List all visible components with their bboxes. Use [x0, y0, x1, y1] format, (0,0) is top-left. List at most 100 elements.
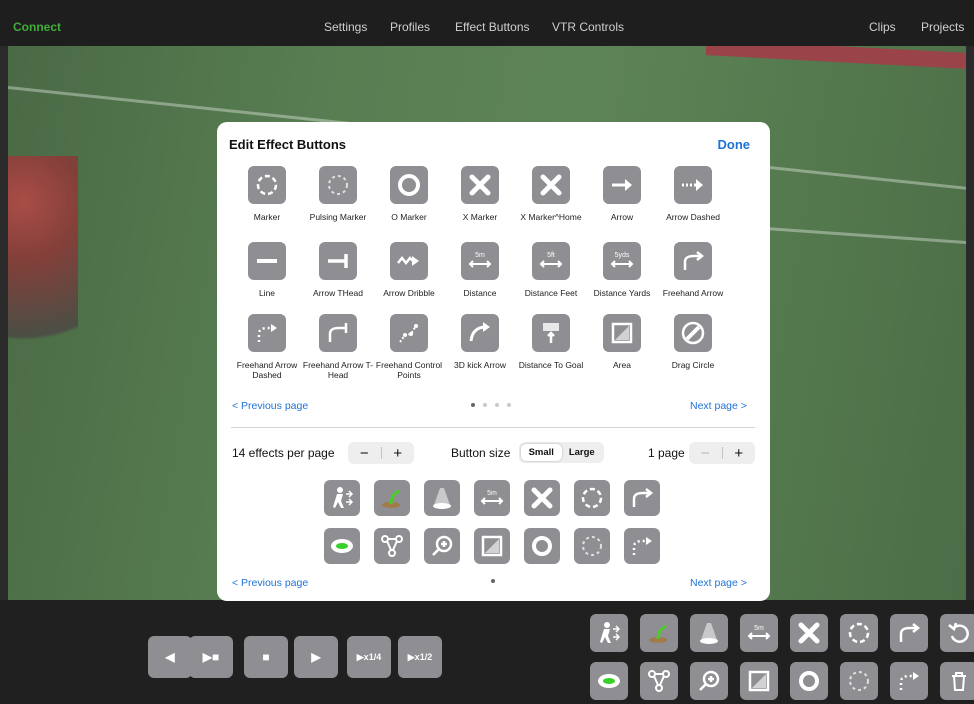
marker-icon[interactable]	[840, 614, 878, 652]
vtr-play-pause-button[interactable]: ▶■	[189, 636, 233, 678]
effect-freehand-arrow-dashed[interactable]: Freehand Arrow Dashed	[231, 314, 303, 380]
page-indicator[interactable]	[491, 579, 495, 583]
effect-x-marker-home[interactable]: X Marker^Home	[515, 166, 587, 222]
next-page-link[interactable]: Next page >	[690, 577, 747, 589]
increment-button[interactable]: +	[382, 445, 415, 462]
connect-button[interactable]: Connect	[13, 20, 61, 34]
effect-arrow-dashed[interactable]: Arrow Dashed	[657, 166, 729, 222]
effect-distance-feet[interactable]: 5ft Distance Feet	[515, 242, 587, 298]
effect-arrow-dribble[interactable]: Arrow Dribble	[373, 242, 445, 298]
freehand-arrow-icon[interactable]	[890, 614, 928, 652]
previous-page-link[interactable]: < Previous page	[232, 577, 308, 589]
drag-circle-icon	[674, 314, 712, 352]
effect-arrow-thead[interactable]: Arrow THead	[302, 242, 374, 298]
x-marker-icon[interactable]	[524, 480, 560, 516]
page-dot	[507, 403, 511, 407]
stadium-band	[706, 46, 966, 69]
effect-freehand-arrow-thead[interactable]: Freehand Arrow T-Head	[302, 314, 374, 380]
pitch-marker-icon[interactable]	[374, 480, 410, 516]
decrement-button[interactable]: −	[348, 445, 381, 462]
previous-page-link[interactable]: < Previous page	[232, 400, 308, 412]
effects-per-page-stepper[interactable]: − +	[348, 442, 414, 464]
page-dot	[491, 579, 495, 583]
effects-per-page-label: 14 effects per page	[232, 446, 335, 460]
effect-freehand-arrow[interactable]: Freehand Arrow	[657, 242, 729, 298]
trash-icon[interactable]	[940, 662, 974, 700]
effect-distance-to-goal[interactable]: Distance To Goal	[515, 314, 587, 370]
nav-clips[interactable]: Clips	[869, 20, 896, 34]
svg-text:5ft: 5ft	[547, 252, 555, 259]
area-icon[interactable]	[740, 662, 778, 700]
vtr-play-button[interactable]: ▶	[294, 636, 338, 678]
button-size-label: Button size	[451, 446, 511, 460]
done-button[interactable]: Done	[718, 137, 751, 152]
vtr-stop-button[interactable]: ■	[244, 636, 288, 678]
effect-marker[interactable]: Marker	[231, 166, 303, 222]
distance-icon[interactable]: 5m	[474, 480, 510, 516]
effect-freehand-control-points[interactable]: Freehand Control Points	[373, 314, 445, 380]
pitch-marker-icon[interactable]	[640, 614, 678, 652]
zoom-icon[interactable]	[690, 662, 728, 700]
effect-3d-kick-arrow[interactable]: 3D kick Arrow	[444, 314, 516, 370]
marker-icon[interactable]	[574, 480, 610, 516]
undo-icon[interactable]	[940, 614, 974, 652]
svg-text:5m: 5m	[475, 252, 485, 259]
increment-button[interactable]: +	[723, 445, 756, 462]
distance-icon[interactable]: 5m	[740, 614, 778, 652]
arrow-dribble-icon	[390, 242, 428, 280]
freehand-arrow-dashed-icon[interactable]	[890, 662, 928, 700]
button-size-segmented-control[interactable]: Small Large	[519, 442, 604, 463]
nav-effect-buttons[interactable]: Effect Buttons	[455, 20, 530, 34]
network-icon[interactable]	[374, 528, 410, 564]
effect-distance[interactable]: 5m Distance	[444, 242, 516, 298]
nav-projects[interactable]: Projects	[921, 20, 964, 34]
network-icon[interactable]	[640, 662, 678, 700]
next-page-link[interactable]: Next page >	[690, 400, 747, 412]
freehand-control-points-icon	[390, 314, 428, 352]
distance-to-goal-icon	[532, 314, 570, 352]
vtr-half-speed-button[interactable]: ▶x1/2	[398, 636, 442, 678]
freehand-arrow-icon[interactable]	[624, 480, 660, 516]
distance-icon: 5m	[461, 242, 499, 280]
size-small-option[interactable]: Small	[521, 444, 562, 461]
effect-o-marker[interactable]: O Marker	[373, 166, 445, 222]
vtr-step-back-button[interactable]: ◀	[148, 636, 192, 678]
nav-settings[interactable]: Settings	[324, 20, 367, 34]
x-marker-icon	[461, 166, 499, 204]
vtr-quarter-speed-button[interactable]: ▶x1/4	[347, 636, 391, 678]
player-swap-icon[interactable]	[590, 614, 628, 652]
x-marker-icon[interactable]	[790, 614, 828, 652]
decrement-button[interactable]: −	[689, 445, 722, 462]
kick-arrow-icon	[461, 314, 499, 352]
spotlight-icon[interactable]	[690, 614, 728, 652]
effect-line[interactable]: Line	[231, 242, 303, 298]
nav-vtr-controls[interactable]: VTR Controls	[552, 20, 624, 34]
freehand-arrow-dashed-icon[interactable]	[624, 528, 660, 564]
arrow-thead-icon	[319, 242, 357, 280]
zoom-icon[interactable]	[424, 528, 460, 564]
player-swap-icon[interactable]	[324, 480, 360, 516]
o-marker-icon[interactable]	[524, 528, 560, 564]
svg-text:5m: 5m	[754, 625, 764, 632]
stadium-icon[interactable]	[590, 662, 628, 700]
page-indicator[interactable]	[471, 403, 511, 407]
stadium-icon[interactable]	[324, 528, 360, 564]
pulsing-marker-icon[interactable]	[840, 662, 878, 700]
pulsing-marker-icon[interactable]	[574, 528, 610, 564]
effect-drag-circle[interactable]: Drag Circle	[657, 314, 729, 370]
spotlight-icon[interactable]	[424, 480, 460, 516]
effect-pulsing-marker[interactable]: Pulsing Marker	[302, 166, 374, 222]
nav-profiles[interactable]: Profiles	[390, 20, 430, 34]
effect-arrow[interactable]: Arrow	[586, 166, 658, 222]
distance-yards-icon: 5yds	[603, 242, 641, 280]
bottom-bar: ◀ ▶■ ■ ▶ ▶x1/4 ▶x1/2 5m	[0, 600, 974, 704]
effect-x-marker[interactable]: X Marker	[444, 166, 516, 222]
freehand-arrow-dashed-icon	[248, 314, 286, 352]
effect-distance-yards[interactable]: 5yds Distance Yards	[586, 242, 658, 298]
pages-stepper[interactable]: − +	[689, 442, 755, 464]
pages-count-label: 1 page	[648, 446, 685, 460]
area-icon[interactable]	[474, 528, 510, 564]
o-marker-icon[interactable]	[790, 662, 828, 700]
effect-area[interactable]: Area	[586, 314, 658, 370]
size-large-option[interactable]: Large	[562, 444, 603, 461]
